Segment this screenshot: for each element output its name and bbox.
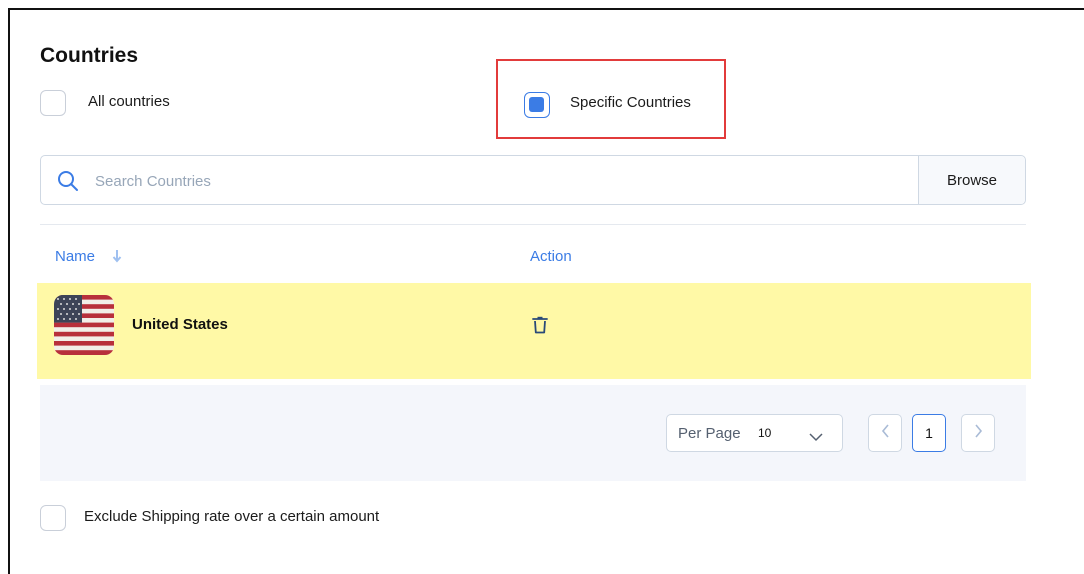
search-input[interactable] [93, 169, 917, 193]
per-page-select[interactable]: Per Page 10 [666, 414, 843, 452]
pagination-bar: Per Page 10 1 [40, 385, 1026, 481]
column-header-action: Action [530, 248, 572, 265]
previous-page-button[interactable] [868, 414, 902, 452]
country-name: United States [132, 316, 228, 333]
browse-button[interactable]: Browse [918, 156, 1025, 204]
chevron-down-icon [809, 429, 823, 447]
section-title: Countries [40, 44, 139, 67]
all-countries-label: All countries [88, 93, 170, 110]
exclude-shipping-checkbox[interactable] [40, 505, 66, 531]
sort-down-icon[interactable] [112, 249, 122, 268]
search-bar: Browse [40, 155, 1026, 205]
chevron-right-icon [974, 423, 983, 443]
next-page-button[interactable] [961, 414, 995, 452]
exclude-shipping-label: Exclude Shipping rate over a certain amo… [84, 508, 380, 525]
all-countries-checkbox[interactable] [40, 90, 66, 116]
us-flag-icon [54, 295, 114, 355]
chevron-left-icon [881, 423, 890, 443]
per-page-label: Per Page [678, 425, 741, 442]
trash-icon[interactable] [532, 316, 548, 339]
table-row: United States [37, 283, 1031, 379]
specific-countries-label: Specific Countries [570, 94, 691, 111]
page-1-button[interactable]: 1 [912, 414, 946, 452]
divider [40, 224, 1026, 225]
search-icon [57, 170, 79, 197]
column-header-name[interactable]: Name [55, 248, 95, 265]
per-page-value: 10 [758, 426, 772, 440]
specific-countries-checkbox[interactable] [524, 92, 550, 118]
